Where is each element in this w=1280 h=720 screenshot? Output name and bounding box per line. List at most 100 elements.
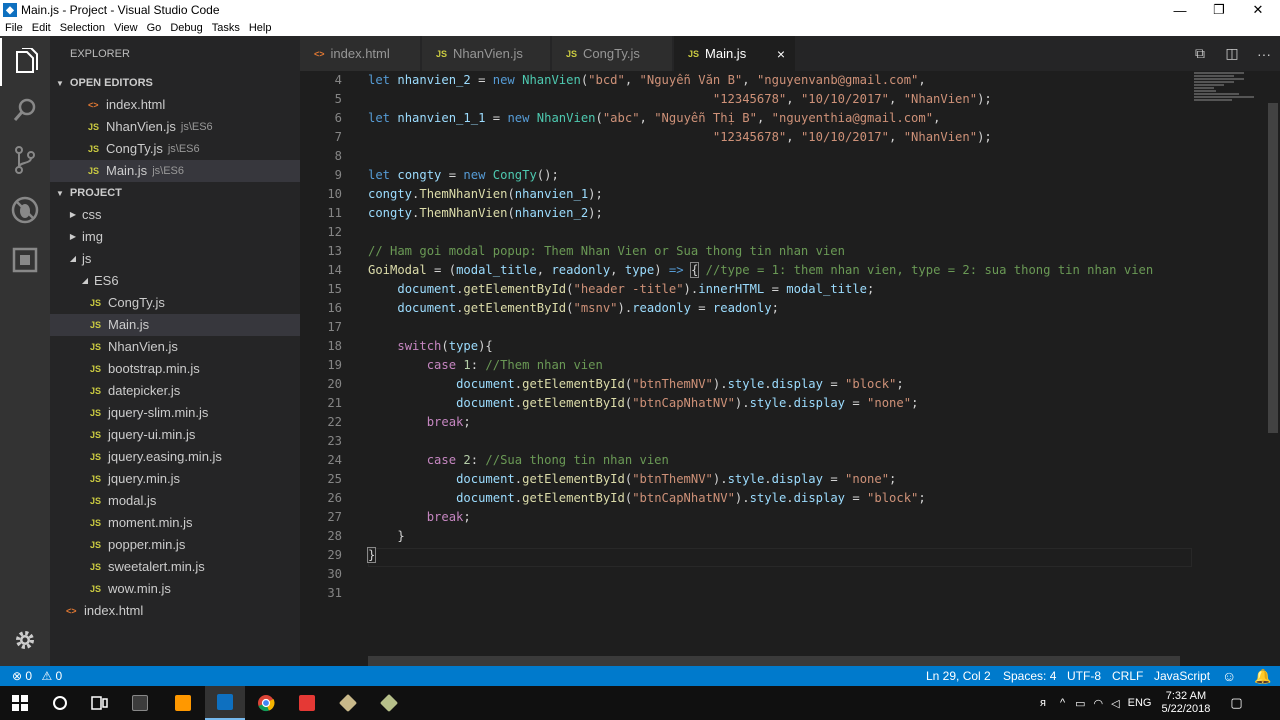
menu-help[interactable]: Help <box>249 22 272 34</box>
code-line: 24 case 2: //Sua thong tin nhan vien <box>300 451 1200 470</box>
problems-status[interactable]: ⊗ 0 ⚠ 0 <box>12 666 62 686</box>
file-item[interactable]: JS jquery-ui.min.js <box>50 424 300 446</box>
explorer-sidebar: EXPLORER ▼ OPEN EDITORS <> index.html JS Nha… <box>50 36 300 666</box>
explorer-activity[interactable] <box>0 38 50 86</box>
chevron-down-icon: ▼ <box>56 189 64 198</box>
file-item[interactable]: JS jquery.min.js <box>50 468 300 490</box>
close-icon[interactable]: × <box>777 46 785 62</box>
file-item[interactable]: JS jquery.easing.min.js <box>50 446 300 468</box>
js-file-icon: JS <box>90 562 102 572</box>
file-item[interactable]: JS CongTy.js <box>50 292 300 314</box>
folder-item[interactable]: ◢ js <box>50 248 300 270</box>
extensions-activity[interactable] <box>0 236 50 284</box>
file-item[interactable]: JS Main.js <box>50 314 300 336</box>
file-item[interactable]: JS bootstrap.min.js <box>50 358 300 380</box>
js-file-icon: JS <box>90 540 102 550</box>
file-item[interactable]: <> index.html <box>50 600 300 622</box>
more-actions-icon[interactable]: ··· <box>1248 46 1280 62</box>
file-item[interactable]: JS datepicker.js <box>50 380 300 402</box>
indentation-status[interactable]: Spaces: 4 <box>1003 666 1056 686</box>
language-mode[interactable]: JavaScript <box>1154 666 1210 686</box>
cortana-circle-icon[interactable] <box>40 686 80 720</box>
scrollbar-thumb[interactable] <box>1268 103 1278 433</box>
file-item[interactable]: JS wow.min.js <box>50 578 300 600</box>
search-activity[interactable] <box>0 86 50 134</box>
volume-icon[interactable]: ◁ <box>1111 697 1119 710</box>
tree-item-label: NhanVien.js <box>108 339 178 354</box>
open-editor-item[interactable]: JS NhanVien.js js\ES6 <box>50 116 300 138</box>
debug-activity[interactable] <box>0 186 50 234</box>
menu-go[interactable]: Go <box>147 22 162 34</box>
settings-activity[interactable] <box>0 616 50 664</box>
chrome-icon[interactable] <box>246 686 286 720</box>
tree-item-label: js <box>82 251 92 266</box>
windows-taskbar: ᴙ ^ ▭ ◠ ◁ ENG 7:32 AM 5/22/2018 ▢ <box>0 686 1280 720</box>
code-text: } <box>366 547 377 563</box>
menu-file[interactable]: File <box>5 22 23 34</box>
notifications-bell-icon[interactable]: 🔔 <box>1254 666 1271 686</box>
menu-selection[interactable]: Selection <box>60 22 105 34</box>
chevron-up-icon[interactable]: ^ <box>1060 697 1065 709</box>
tab-index-html[interactable]: <> index.html <box>300 36 421 71</box>
open-editor-item[interactable]: JS Main.js js\ES6 <box>50 160 300 182</box>
input-language[interactable]: ENG <box>1128 697 1152 709</box>
folder-item[interactable]: ▶ img <box>50 226 300 248</box>
vertical-scrollbar[interactable] <box>1266 103 1280 666</box>
source-control-activity[interactable] <box>0 136 50 184</box>
folder-item[interactable]: ▶ css <box>50 204 300 226</box>
file-item[interactable]: JS moment.min.js <box>50 512 300 534</box>
js-file-icon: JS <box>688 48 700 59</box>
cursor-position[interactable]: Ln 29, Col 2 <box>926 666 991 686</box>
menu-edit[interactable]: Edit <box>32 22 51 34</box>
js-file-icon: JS <box>90 474 102 484</box>
code-text: document.getElementById("btnCapNhatNV").… <box>456 491 926 505</box>
code-line: 7 "12345678", "10/10/2017", "NhanVien"); <box>300 128 1200 147</box>
menu-view[interactable]: View <box>114 22 138 34</box>
menu-tasks[interactable]: Tasks <box>212 22 240 34</box>
battery-icon[interactable]: ▭ <box>1075 697 1085 710</box>
people-icon[interactable]: ᴙ <box>1040 697 1046 709</box>
line-number: 21 <box>327 396 342 410</box>
tab-nhanvien-js[interactable]: JS NhanVien.js <box>422 36 551 71</box>
file-item[interactable]: JS modal.js <box>50 490 300 512</box>
folder-item[interactable]: ◢ ES6 <box>50 270 300 292</box>
xmind-icon[interactable] <box>287 686 327 720</box>
sublime-text-icon[interactable] <box>163 686 203 720</box>
code-line: 31 <box>300 584 1200 603</box>
file-item[interactable]: JS jquery-slim.min.js <box>50 402 300 424</box>
tab-label: index.html <box>330 46 390 61</box>
split-editor-icon[interactable]: ◫ <box>1216 45 1248 62</box>
js-file-icon: JS <box>90 408 102 418</box>
file-item[interactable]: JS NhanVien.js <box>50 336 300 358</box>
project-section[interactable]: ▼ PROJECT <box>50 182 300 204</box>
action-center-icon[interactable]: ▢ <box>1230 695 1242 711</box>
maximize-button[interactable]: ❐ <box>1199 0 1239 20</box>
file-item[interactable]: JS popper.min.js <box>50 534 300 556</box>
tab-congty-js[interactable]: JS CongTy.js <box>552 36 673 71</box>
encoding-status[interactable]: UTF-8 <box>1067 666 1101 686</box>
file-item[interactable]: JS sweetalert.min.js <box>50 556 300 578</box>
open-editor-item[interactable]: <> index.html <box>50 94 300 116</box>
eol-status[interactable]: CRLF <box>1112 666 1143 686</box>
minimap[interactable] <box>1194 71 1270 111</box>
menu-debug[interactable]: Debug <box>170 22 202 34</box>
windows-start-icon[interactable] <box>0 686 40 720</box>
vscode-icon[interactable] <box>205 686 245 720</box>
clock[interactable]: 7:32 AM 5/22/2018 <box>1161 690 1210 716</box>
open-editor-item[interactable]: JS CongTy.js js\ES6 <box>50 138 300 160</box>
close-window-button[interactable]: ✕ <box>1238 0 1278 20</box>
horizontal-scrollbar[interactable] <box>368 656 1180 666</box>
package-icon[interactable] <box>328 686 368 720</box>
wifi-icon[interactable]: ◠ <box>1094 697 1104 710</box>
package-icon-2[interactable] <box>369 686 409 720</box>
minimize-button[interactable]: — <box>1160 0 1200 20</box>
feedback-smiley-icon[interactable]: ☺ <box>1222 666 1236 686</box>
task-view-icon[interactable] <box>80 686 120 720</box>
js-file-icon: JS <box>90 364 102 374</box>
line-number: 11 <box>327 206 342 220</box>
code-editor[interactable]: 4 let nhanvien_2 = new NhanVien("bcd", "N… <box>300 71 1280 666</box>
open-editors-section[interactable]: ▼ OPEN EDITORS <box>50 72 300 94</box>
tab-main-js[interactable]: JS Main.js × <box>674 36 796 71</box>
open-changes-icon[interactable]: ⧉ <box>1184 45 1216 62</box>
snipping-tool-icon[interactable] <box>120 686 160 720</box>
